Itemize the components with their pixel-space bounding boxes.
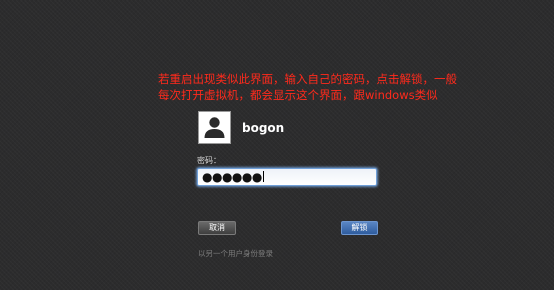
annotation-line-2: 每次打开虚拟机，都会显示这个界面，跟windows类似 bbox=[158, 88, 438, 102]
avatar bbox=[198, 111, 231, 144]
username-label: bogon bbox=[242, 121, 285, 135]
password-dots: ●●●●●● bbox=[202, 170, 262, 184]
user-silhouette-icon bbox=[204, 117, 225, 138]
login-as-other-user-link[interactable]: 以另一个用户身份登录 bbox=[198, 248, 273, 259]
red-annotation-text: 若重启出现类似此界面，输入自己的密码，点击解锁，一般 每次打开虚拟机，都会显示这… bbox=[158, 71, 458, 103]
password-value: ●●●●●● bbox=[202, 170, 264, 184]
unlock-button[interactable]: 解锁 bbox=[341, 221, 378, 235]
password-label: 密码： bbox=[197, 156, 221, 165]
cancel-button[interactable]: 取消 bbox=[198, 221, 236, 235]
text-caret bbox=[262, 171, 264, 182]
password-field[interactable]: ●●●●●● bbox=[197, 168, 377, 186]
annotation-line-1: 若重启出现类似此界面，输入自己的密码，点击解锁，一般 bbox=[158, 72, 457, 86]
